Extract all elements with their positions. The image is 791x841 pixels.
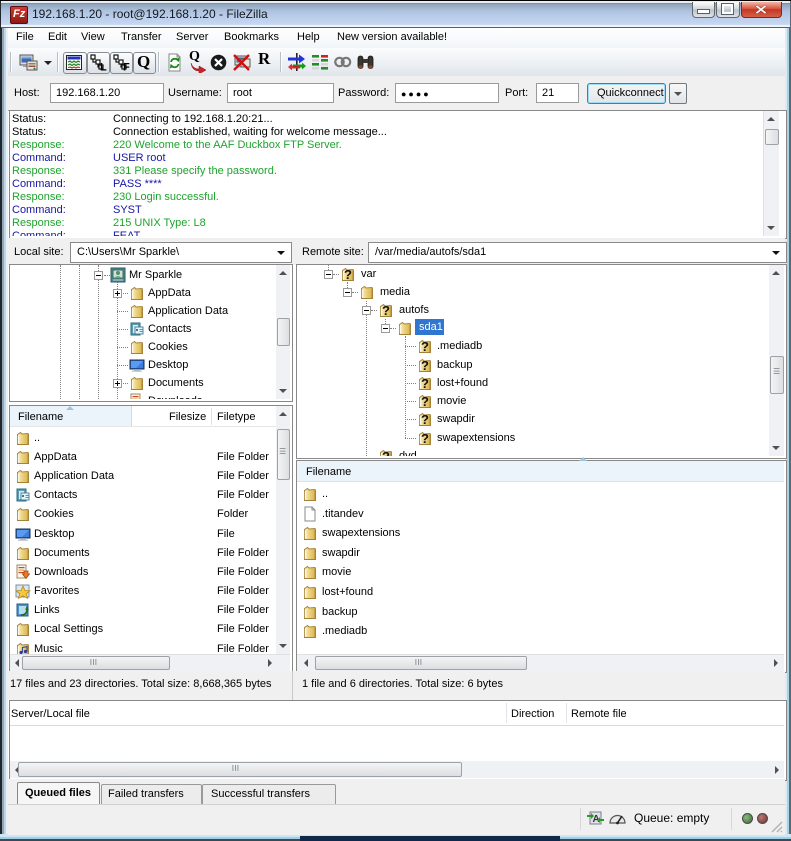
svg-text:F: F: [123, 62, 130, 72]
svg-text:L: L: [100, 62, 107, 72]
